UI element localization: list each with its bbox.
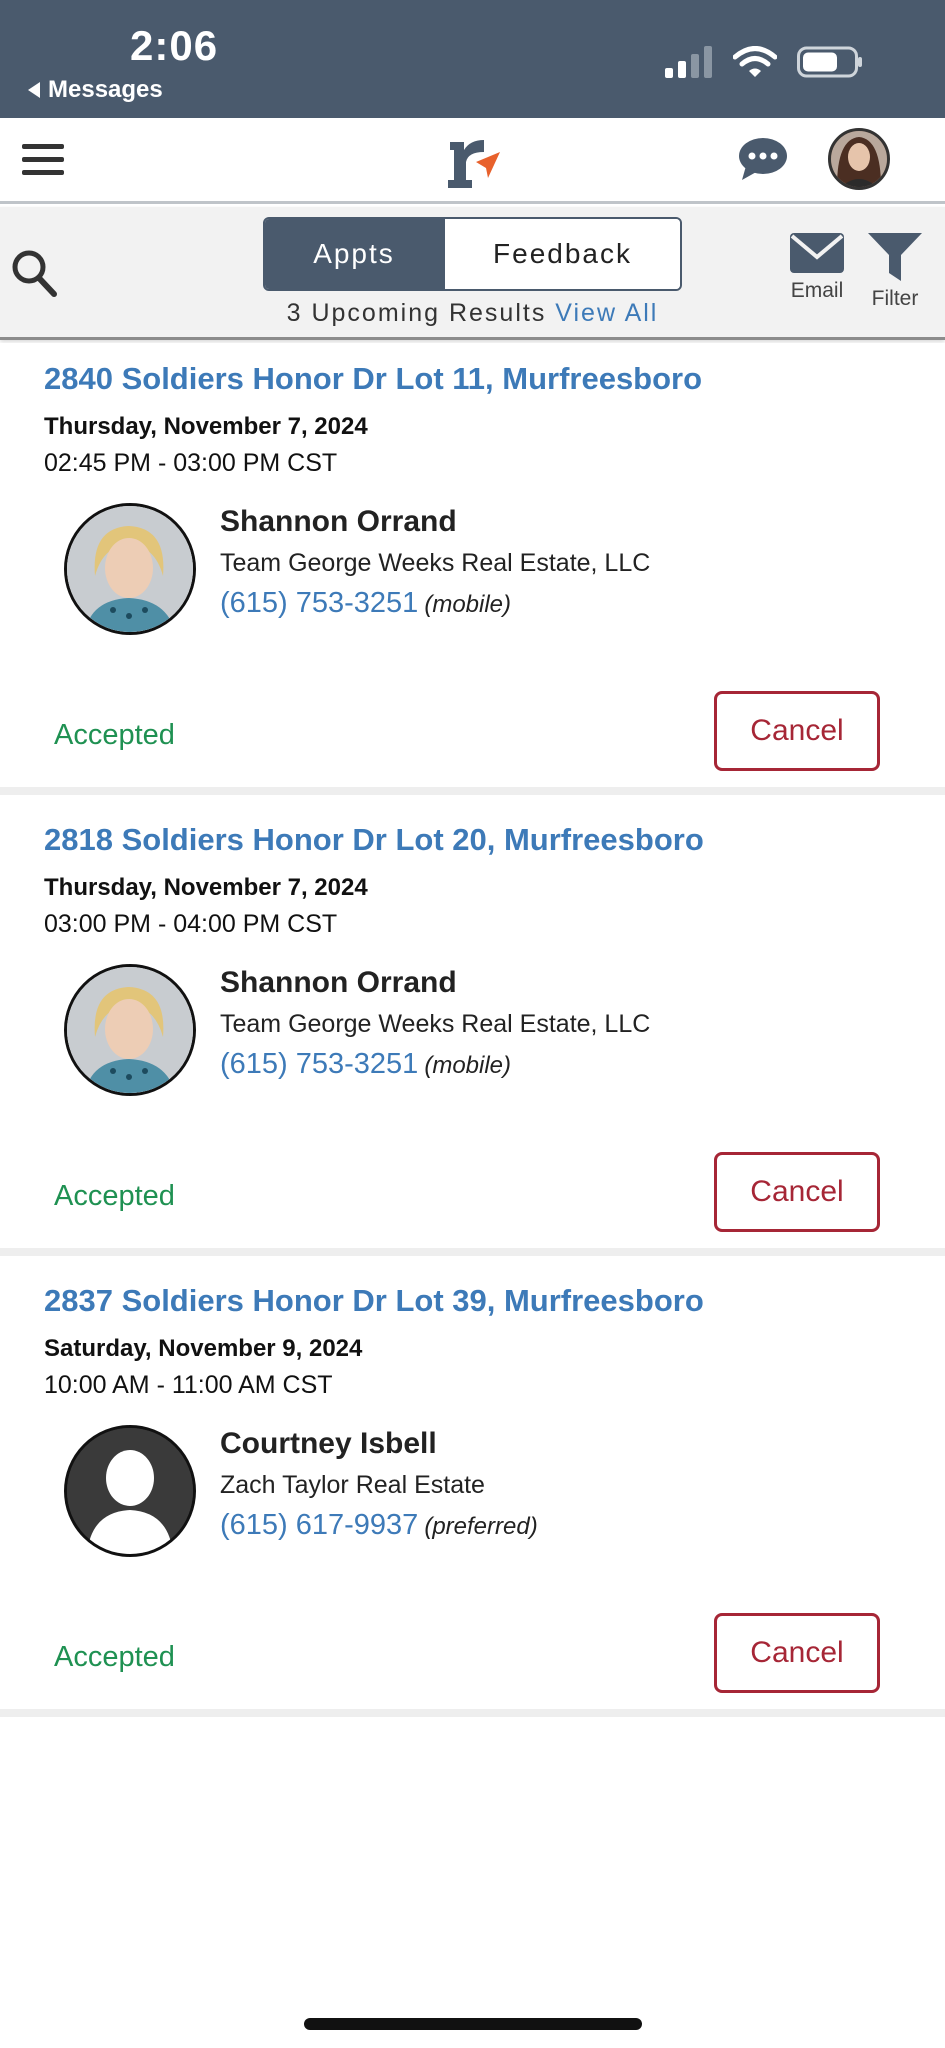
status-time: 2:06: [130, 22, 219, 69]
battery-icon: [797, 46, 862, 78]
funnel-icon: [868, 233, 922, 281]
results-count-text: 3 Upcoming Results: [286, 299, 547, 327]
agent-name: Shannon Orrand: [220, 505, 457, 538]
agent-phone-link[interactable]: (615) 753-3251: [220, 1048, 418, 1080]
status-bar: 2:06 Messages: [0, 0, 945, 118]
agent-phone-link[interactable]: (615) 753-3251: [220, 587, 418, 619]
status-icons: [665, 46, 863, 78]
segmented-control: Appts Feedback: [263, 217, 682, 291]
agent-phone-row: (615) 617-9937 (preferred): [220, 1509, 538, 1542]
signal-icon: [665, 46, 712, 78]
status-accepted: Accepted: [54, 719, 175, 751]
back-triangle-icon: [28, 82, 40, 98]
user-avatar[interactable]: [828, 128, 890, 190]
agent-company: Team George Weeks Real Estate, LLC: [220, 1010, 651, 1038]
status-accepted: Accepted: [54, 1641, 175, 1673]
agent-phone-row: (615) 753-3251 (mobile): [220, 1048, 511, 1081]
appointment-time: 02:45 PM - 03:00 PM CST: [44, 449, 338, 477]
tab-feedback[interactable]: Feedback: [443, 219, 680, 289]
appointment-time: 10:00 AM - 11:00 AM CST: [44, 1371, 333, 1399]
back-label: Messages: [48, 76, 163, 103]
cancel-button[interactable]: Cancel: [714, 691, 880, 771]
results-summary: 3 Upcoming Results View All: [263, 299, 682, 328]
appointment-time: 03:00 PM - 04:00 PM CST: [44, 910, 338, 938]
tab-appts[interactable]: Appts: [265, 219, 443, 289]
nav-bar: [0, 118, 945, 204]
status-accepted: Accepted: [54, 1180, 175, 1212]
agent-phone-link[interactable]: (615) 617-9937: [220, 1509, 418, 1541]
envelope-icon: [790, 233, 844, 273]
search-icon[interactable]: [10, 247, 58, 301]
agent-photo: [64, 503, 196, 635]
phone-type: (mobile): [424, 591, 512, 618]
appointment-date: Thursday, November 7, 2024: [44, 413, 368, 440]
toolbar: Appts Feedback 3 Upcoming Results View A…: [0, 207, 945, 340]
wifi-icon: [733, 46, 777, 77]
cancel-button[interactable]: Cancel: [714, 1613, 880, 1693]
appointment-card: 2818 Soldiers Honor Dr Lot 20, Murfreesb…: [0, 804, 945, 1256]
appointment-card: 2840 Soldiers Honor Dr Lot 11, Murfreesb…: [0, 343, 945, 795]
r-logo-icon: [448, 140, 500, 188]
chat-bubble-icon[interactable]: [738, 136, 788, 182]
cancel-button[interactable]: Cancel: [714, 1152, 880, 1232]
agent-company: Team George Weeks Real Estate, LLC: [220, 549, 651, 577]
agent-name: Shannon Orrand: [220, 966, 457, 999]
agent-company: Zach Taylor Real Estate: [220, 1471, 485, 1499]
email-label: Email: [790, 279, 844, 302]
agent-name: Courtney Isbell: [220, 1427, 437, 1460]
appointment-address[interactable]: 2840 Soldiers Honor Dr Lot 11, Murfreesb…: [44, 361, 702, 397]
appointment-address[interactable]: 2818 Soldiers Honor Dr Lot 20, Murfreesb…: [44, 822, 704, 858]
phone-type: (mobile): [424, 1052, 512, 1079]
appointment-card: 2837 Soldiers Honor Dr Lot 39, Murfreesb…: [0, 1265, 945, 1717]
appointment-date: Thursday, November 7, 2024: [44, 874, 368, 901]
appointment-address[interactable]: 2837 Soldiers Honor Dr Lot 39, Murfreesb…: [44, 1283, 704, 1319]
phone-type: (preferred): [424, 1513, 538, 1540]
filter-button[interactable]: Filter: [868, 233, 922, 311]
default-avatar-icon: [64, 1425, 196, 1557]
email-button[interactable]: Email: [790, 233, 844, 303]
back-to-messages[interactable]: Messages: [26, 76, 163, 104]
filter-label: Filter: [871, 287, 919, 310]
appointment-date: Saturday, November 9, 2024: [44, 1335, 363, 1362]
home-indicator[interactable]: [304, 2018, 642, 2030]
hamburger-menu-icon[interactable]: [22, 140, 64, 180]
agent-photo: [64, 964, 196, 1096]
agent-phone-row: (615) 753-3251 (mobile): [220, 587, 511, 620]
view-all-link[interactable]: View All: [555, 299, 658, 327]
user-photo: [831, 131, 887, 187]
